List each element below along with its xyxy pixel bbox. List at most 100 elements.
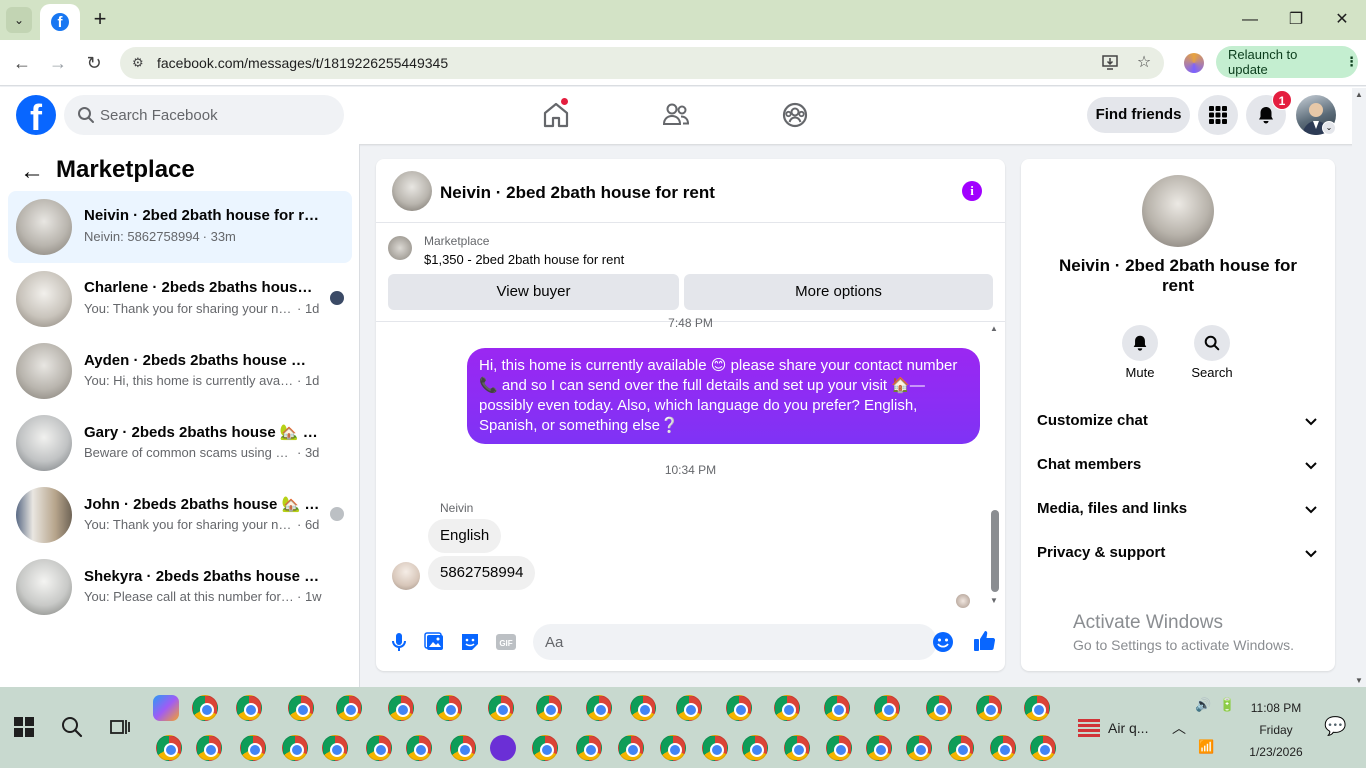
conversation-item[interactable]: Ayden · 2beds 2baths house 🏡 fo... You: … xyxy=(8,335,352,407)
volume-icon[interactable]: 🔊 xyxy=(1195,697,1211,713)
chrome-profile-icon[interactable] xyxy=(488,695,514,721)
info-icon[interactable]: i xyxy=(962,181,982,201)
page-scroll-up-icon[interactable]: ▲ xyxy=(1355,90,1363,99)
incoming-message[interactable]: 5862758994 xyxy=(428,556,536,590)
show-hidden-icons-chevron-icon[interactable]: ︿ xyxy=(1172,718,1186,738)
chrome-profile-icon[interactable] xyxy=(618,735,644,761)
search-conversation-button[interactable] xyxy=(1194,325,1230,361)
chrome-profile-icon[interactable] xyxy=(450,735,476,761)
scroll-up-icon[interactable]: ▲ xyxy=(990,324,998,333)
details-avatar[interactable] xyxy=(1142,175,1214,247)
chrome-profile-icon[interactable] xyxy=(702,735,728,761)
chrome-profile-icon[interactable] xyxy=(576,735,602,761)
conversation-item[interactable]: Charlene · 2beds 2baths house ... You: T… xyxy=(8,263,352,335)
outgoing-message[interactable]: Hi, this home is currently available 😊 p… xyxy=(467,348,980,444)
chrome-profile-icon[interactable] xyxy=(726,695,752,721)
chrome-profile-icon[interactable] xyxy=(366,735,392,761)
battery-icon[interactable]: 🔋 xyxy=(1219,697,1235,713)
section-chat-members[interactable]: Chat members xyxy=(1029,445,1327,485)
conversation-item[interactable]: John · 2beds 2baths house 🏡 f... You: Th… xyxy=(8,479,352,551)
chrome-profile-icon[interactable] xyxy=(156,735,182,761)
incoming-message[interactable]: English xyxy=(428,519,502,553)
chrome-profile-icon[interactable] xyxy=(866,735,892,761)
chrome-profile-icon[interactable] xyxy=(948,735,974,761)
sticker-icon[interactable] xyxy=(459,631,481,653)
microphone-icon[interactable] xyxy=(388,631,410,653)
scroll-down-icon[interactable]: ▼ xyxy=(990,596,998,605)
page-scroll-down-icon[interactable]: ▼ xyxy=(1355,676,1363,685)
chrome-profile-icon[interactable] xyxy=(282,735,308,761)
notification-center-icon[interactable]: 💬 xyxy=(1324,716,1346,737)
chrome-profile-icon[interactable] xyxy=(236,695,262,721)
chrome-profile-icon[interactable] xyxy=(536,695,562,721)
search-input[interactable] xyxy=(100,95,330,135)
section-media-files-links[interactable]: Media, files and links xyxy=(1029,489,1327,529)
chrome-profile-icon[interactable] xyxy=(1024,695,1050,721)
chrome-profile-icon[interactable] xyxy=(406,735,432,761)
taskbar-clock[interactable]: 11:08 PM Friday 1/23/2026 xyxy=(1236,697,1316,763)
new-tab-button[interactable]: + xyxy=(88,8,112,32)
address-bar[interactable]: ⚙ facebook.com/messages/t/18192262554493… xyxy=(120,47,1164,79)
chrome-profile-icon[interactable] xyxy=(926,695,952,721)
thumbs-up-icon[interactable] xyxy=(972,629,996,653)
chat-scrollbar[interactable] xyxy=(991,510,999,592)
site-info-icon[interactable]: ⚙ xyxy=(132,55,148,71)
copilot-icon[interactable] xyxy=(153,695,179,721)
chrome-profile-icon[interactable] xyxy=(388,695,414,721)
restore-button[interactable]: ❐ xyxy=(1284,8,1308,32)
conversation-item[interactable]: Neivin · 2bed 2bath house for rent Neivi… xyxy=(8,191,352,263)
chrome-profile-icon[interactable] xyxy=(586,695,612,721)
mute-button[interactable] xyxy=(1122,325,1158,361)
chrome-profile-icon[interactable] xyxy=(976,695,1002,721)
relaunch-button[interactable]: Relaunch to update ⋮ xyxy=(1216,46,1358,78)
chrome-profile-icon[interactable] xyxy=(824,695,850,721)
chrome-profile-icon[interactable] xyxy=(660,735,686,761)
section-customize-chat[interactable]: Customize chat xyxy=(1029,401,1327,441)
install-app-icon[interactable] xyxy=(1100,53,1120,73)
page-scrollbar[interactable]: ▲ ▼ xyxy=(1352,88,1366,687)
url-text[interactable]: facebook.com/messages/t/1819226255449345 xyxy=(157,55,448,71)
chrome-profile-icon[interactable] xyxy=(676,695,702,721)
bookmark-star-icon[interactable]: ☆ xyxy=(1134,53,1154,73)
message-input[interactable] xyxy=(545,624,915,660)
chrome-profile-icon[interactable] xyxy=(532,735,558,761)
menu-button[interactable] xyxy=(1198,95,1238,135)
chrome-profile-icon[interactable] xyxy=(1030,735,1056,761)
back-icon[interactable]: ← xyxy=(10,51,34,75)
chat-avatar[interactable] xyxy=(392,171,432,211)
chrome-profile-icon[interactable] xyxy=(784,735,810,761)
chrome-profile-icon[interactable] xyxy=(436,695,462,721)
chrome-profile-icon[interactable] xyxy=(322,735,348,761)
browser-profile-icon[interactable] xyxy=(1184,53,1204,73)
groups-nav-button[interactable] xyxy=(779,99,811,131)
task-view-icon[interactable] xyxy=(108,715,132,739)
chrome-profile-icon[interactable] xyxy=(196,735,222,761)
home-nav-button[interactable] xyxy=(540,97,572,131)
chrome-profile-icon[interactable] xyxy=(906,735,932,761)
chrome-profile-icon[interactable] xyxy=(630,695,656,721)
windows-start-icon[interactable] xyxy=(14,717,34,737)
listing-summary[interactable]: $1,350 - 2bed 2bath house for rent xyxy=(424,252,624,267)
app-icon[interactable] xyxy=(490,735,516,761)
chrome-profile-icon[interactable] xyxy=(336,695,362,721)
more-options-button[interactable]: More options xyxy=(684,274,993,310)
find-friends-button[interactable]: Find friends xyxy=(1087,97,1190,133)
facebook-logo-icon[interactable]: f xyxy=(16,95,56,135)
gif-icon[interactable]: GIF xyxy=(495,631,517,653)
friends-nav-button[interactable] xyxy=(660,99,692,131)
chrome-profile-icon[interactable] xyxy=(826,735,852,761)
chrome-profile-icon[interactable] xyxy=(288,695,314,721)
chrome-profile-icon[interactable] xyxy=(774,695,800,721)
wifi-icon[interactable]: 📶 xyxy=(1198,739,1214,755)
close-window-button[interactable]: ✕ xyxy=(1330,8,1354,32)
back-arrow-icon[interactable]: ← xyxy=(20,160,44,184)
conversation-item[interactable]: Shekyra · 2beds 2baths house 🏡 f... You:… xyxy=(8,551,352,623)
message-input-wrapper[interactable] xyxy=(533,624,937,660)
reload-icon[interactable]: ↻ xyxy=(82,51,106,75)
chrome-profile-icon[interactable] xyxy=(192,695,218,721)
sender-avatar[interactable] xyxy=(392,562,420,590)
chrome-profile-icon[interactable] xyxy=(240,735,266,761)
tab-search-dropdown[interactable]: ⌄ xyxy=(6,7,32,33)
emoji-icon[interactable] xyxy=(932,631,954,653)
chrome-profile-icon[interactable] xyxy=(874,695,900,721)
